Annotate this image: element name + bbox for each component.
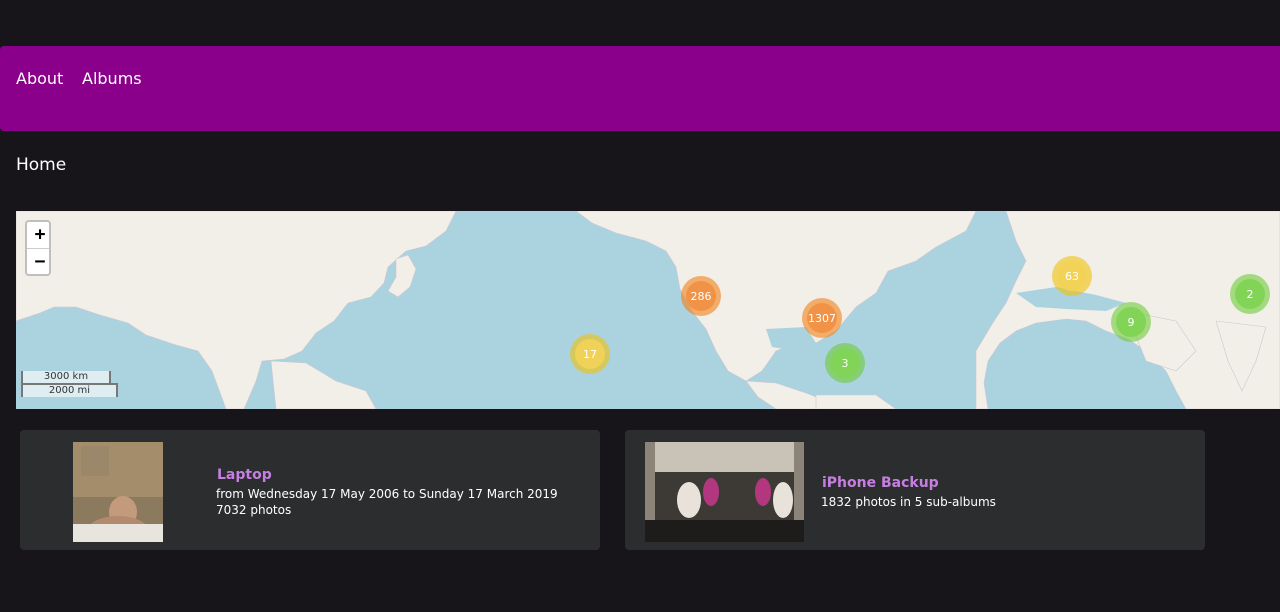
scale-mi: 2000 mi <box>21 383 118 397</box>
map-cluster[interactable]: 9 <box>1111 302 1151 342</box>
cluster-count: 1307 <box>807 303 837 333</box>
photo-map[interactable]: + − 3000 km 2000 mi 286 1307 17 63 3 9 2 <box>16 211 1280 409</box>
album-title[interactable]: iPhone Backup <box>822 474 939 492</box>
album-photo-count: 7032 photos <box>216 503 292 517</box>
zoom-out-button[interactable]: − <box>27 248 49 274</box>
album-thumbnail[interactable] <box>645 442 804 542</box>
cluster-count: 17 <box>575 339 605 369</box>
album-thumbnail-image <box>645 442 804 542</box>
map-tiles[interactable] <box>16 211 1280 409</box>
top-navbar: About Albums <box>0 46 1280 131</box>
map-cluster[interactable]: 286 <box>681 276 721 316</box>
album-title[interactable]: Laptop <box>217 466 272 484</box>
album-card-laptop[interactable]: Laptop from Wednesday 17 May 2006 to Sun… <box>20 430 600 550</box>
album-card-iphone-backup[interactable]: iPhone Backup 1832 photos in 5 sub-album… <box>625 430 1205 550</box>
zoom-control: + − <box>25 220 51 276</box>
album-thumbnail[interactable] <box>73 442 163 542</box>
album-date-range: from Wednesday 17 May 2006 to Sunday 17 … <box>216 487 558 501</box>
map-cluster[interactable]: 2 <box>1230 274 1270 314</box>
map-cluster[interactable]: 17 <box>570 334 610 374</box>
cluster-count: 3 <box>830 348 860 378</box>
nav-link-about[interactable]: About <box>16 69 63 89</box>
cluster-count: 286 <box>686 281 716 311</box>
zoom-in-button[interactable]: + <box>27 222 49 248</box>
map-cluster[interactable]: 63 <box>1052 256 1092 296</box>
map-cluster[interactable]: 1307 <box>802 298 842 338</box>
cluster-count: 63 <box>1057 261 1087 291</box>
map-cluster[interactable]: 3 <box>825 343 865 383</box>
nav-link-albums[interactable]: Albums <box>82 69 142 89</box>
album-photo-count: 1832 photos in 5 sub-albums <box>821 495 996 509</box>
map-scale: 3000 km 2000 mi <box>21 371 118 397</box>
cluster-count: 2 <box>1235 279 1265 309</box>
cluster-count: 9 <box>1116 307 1146 337</box>
page-title: Home <box>16 155 67 175</box>
album-thumbnail-image <box>73 442 163 542</box>
